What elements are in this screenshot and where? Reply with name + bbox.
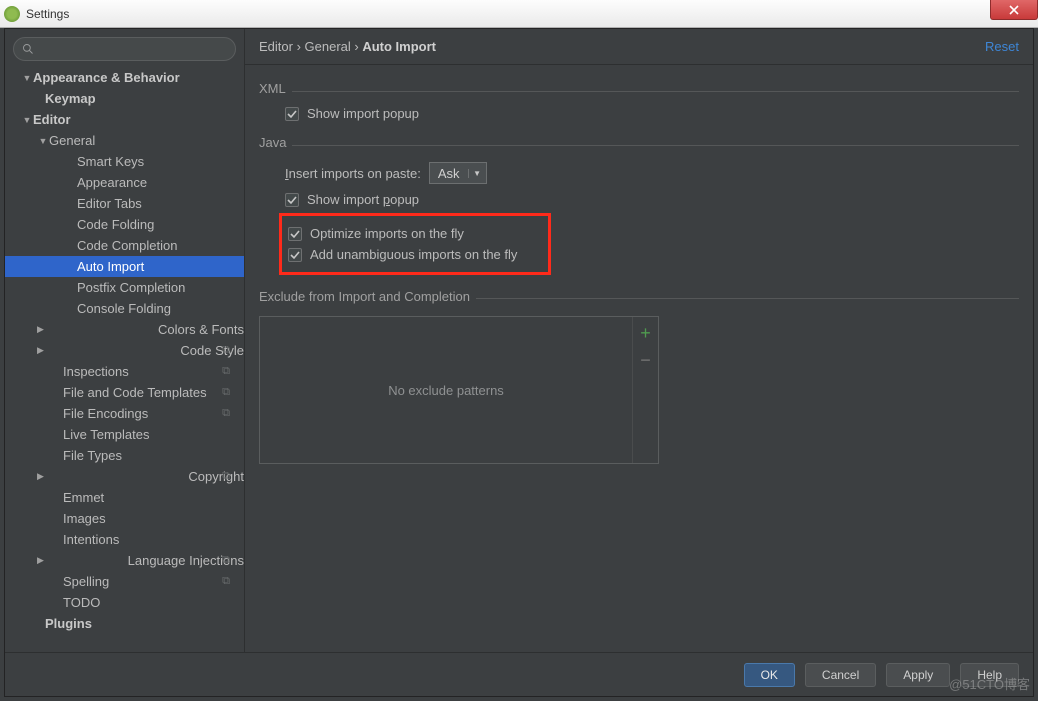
tree-item-label: Intentions — [63, 532, 119, 547]
project-scope-icon: ⧉ — [222, 386, 230, 399]
add-unambiguous-label: Add unambiguous imports on the fly — [310, 247, 517, 262]
highlight-box: Optimize imports on the fly Add unambigu… — [279, 213, 551, 275]
tree-item-spelling[interactable]: Spelling ⧉ — [5, 571, 244, 592]
tree-item-label: Smart Keys — [77, 154, 144, 169]
app-icon — [4, 6, 20, 22]
project-scope-icon: ⧉ — [222, 575, 230, 588]
tree-item-postfix-completion[interactable]: Postfix Completion — [5, 277, 244, 298]
tree-item-images[interactable]: Images — [5, 508, 244, 529]
java-show-import-checkbox[interactable] — [285, 193, 299, 207]
tree-item-label: Code Completion — [77, 238, 177, 253]
search-icon — [22, 43, 34, 55]
tree-item-label: Auto Import — [77, 259, 144, 274]
insert-imports-label: Insert imports on paste: — [285, 166, 421, 181]
tree-item-code-completion[interactable]: Code Completion — [5, 235, 244, 256]
project-scope-icon: ⧉ — [222, 470, 230, 483]
tree-item-label: File Types — [63, 448, 122, 463]
add-unambiguous-checkbox[interactable] — [288, 248, 302, 262]
group-java: Java — [259, 135, 286, 150]
tree-item-editor-tabs[interactable]: Editor Tabs — [5, 193, 244, 214]
tree-item-label: Live Templates — [63, 427, 149, 442]
tree-item-intentions[interactable]: Intentions — [5, 529, 244, 550]
tree-item-label: File Encodings — [63, 406, 148, 421]
tree-item-file-and-code-templates[interactable]: File and Code Templates ⧉ — [5, 382, 244, 403]
tree-item-label: General — [49, 133, 95, 148]
tree-item-file-types[interactable]: File Types — [5, 445, 244, 466]
tree-item-auto-import[interactable]: Auto Import — [5, 256, 244, 277]
tree-item-code-folding[interactable]: Code Folding — [5, 214, 244, 235]
tree-item-label: Appearance & Behavior — [33, 70, 180, 85]
tree-item-todo[interactable]: TODO — [5, 592, 244, 613]
settings-sidebar: Appearance & Behavior Keymap Editor General… — [5, 29, 245, 652]
tree-item-emmet[interactable]: Emmet — [5, 487, 244, 508]
optimize-imports-label: Optimize imports on the fly — [310, 226, 464, 241]
java-show-import-label: Show import popup — [307, 192, 419, 207]
titlebar: Settings — [0, 0, 1038, 28]
window-close-button[interactable] — [990, 0, 1038, 20]
project-scope-icon: ⧉ — [222, 344, 230, 357]
breadcrumb: Editor › General › Auto Import — [259, 39, 985, 54]
tree-item-smart-keys[interactable]: Smart Keys — [5, 151, 244, 172]
dialog-footer: OK Cancel Apply Help — [5, 652, 1033, 696]
tree-item-file-encodings[interactable]: File Encodings ⧉ — [5, 403, 244, 424]
tree-item-live-templates[interactable]: Live Templates — [5, 424, 244, 445]
tree-item-copyright[interactable]: Copyright⧉ — [5, 466, 244, 487]
remove-exclude-button[interactable]: − — [640, 350, 651, 371]
tree-item-code-style[interactable]: Code Style⧉ — [5, 340, 244, 361]
tree-item-label: Code Style — [180, 343, 244, 358]
apply-button[interactable]: Apply — [886, 663, 950, 687]
tree-item-label: Copyright — [188, 469, 244, 484]
tree-item-label: Keymap — [45, 91, 96, 106]
tree-item-label: Emmet — [63, 490, 104, 505]
optimize-imports-checkbox[interactable] — [288, 227, 302, 241]
tree-item-label: Colors & Fonts — [158, 322, 244, 337]
xml-show-import-checkbox[interactable] — [285, 107, 299, 121]
tree-item-label: Console Folding — [77, 301, 171, 316]
tree-item-editor[interactable]: Editor — [5, 109, 244, 130]
tree-item-label: TODO — [63, 595, 100, 610]
tree-item-label: Postfix Completion — [77, 280, 185, 295]
cancel-button[interactable]: Cancel — [805, 663, 876, 687]
watermark: @51CTO博客 — [949, 674, 1030, 693]
tree-item-label: Plugins — [45, 616, 92, 631]
tree-item-language-injections[interactable]: Language Injections⧉ — [5, 550, 244, 571]
project-scope-icon: ⧉ — [222, 407, 230, 420]
tree-item-plugins[interactable]: Plugins — [5, 613, 244, 634]
tree-item-label: Editor Tabs — [77, 196, 142, 211]
tree-item-label: Spelling — [63, 574, 109, 589]
tree-item-label: Appearance — [77, 175, 147, 190]
search-input[interactable] — [13, 37, 236, 61]
tree-item-label: File and Code Templates — [63, 385, 207, 400]
chevron-down-icon: ▼ — [468, 169, 486, 178]
tree-item-colors-fonts[interactable]: Colors & Fonts — [5, 319, 244, 340]
tree-item-console-folding[interactable]: Console Folding — [5, 298, 244, 319]
tree-item-label: Editor — [33, 112, 71, 127]
tree-item-keymap[interactable]: Keymap — [5, 88, 244, 109]
tree-item-inspections[interactable]: Inspections ⧉ — [5, 361, 244, 382]
project-scope-icon: ⧉ — [222, 365, 230, 378]
project-scope-icon: ⧉ — [222, 554, 230, 567]
tree-item-label: Images — [63, 511, 106, 526]
tree-item-appearance[interactable]: Appearance — [5, 172, 244, 193]
settings-tree[interactable]: Appearance & Behavior Keymap Editor General… — [5, 67, 244, 652]
tree-item-appearance-behavior[interactable]: Appearance & Behavior — [5, 67, 244, 88]
group-xml: XML — [259, 81, 286, 96]
ok-button[interactable]: OK — [744, 663, 795, 687]
exclude-list: No exclude patterns + − — [259, 316, 659, 464]
group-exclude: Exclude from Import and Completion — [259, 289, 470, 304]
insert-imports-combo[interactable]: Ask ▼ — [429, 162, 487, 184]
tree-item-label: Inspections — [63, 364, 129, 379]
tree-item-general[interactable]: General — [5, 130, 244, 151]
tree-item-label: Code Folding — [77, 217, 154, 232]
exclude-empty-text: No exclude patterns — [260, 317, 632, 463]
add-exclude-button[interactable]: + — [640, 323, 651, 344]
reset-link[interactable]: Reset — [985, 39, 1019, 54]
xml-show-import-label: Show import popup — [307, 106, 419, 121]
window-title: Settings — [26, 7, 69, 21]
